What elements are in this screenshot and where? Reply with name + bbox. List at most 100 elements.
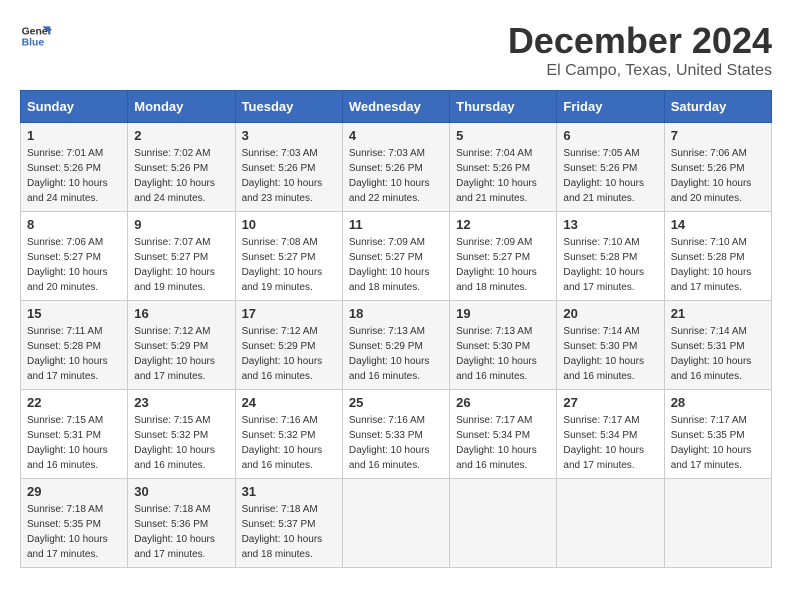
day-number: 24: [242, 395, 336, 410]
day-info: Sunrise: 7:12 AM Sunset: 5:29 PM Dayligh…: [242, 324, 336, 384]
day-info: Sunrise: 7:14 AM Sunset: 5:31 PM Dayligh…: [671, 324, 765, 384]
title-section: December 2024 El Campo, Texas, United St…: [508, 20, 772, 80]
day-info: Sunrise: 7:12 AM Sunset: 5:29 PM Dayligh…: [134, 324, 228, 384]
calendar-cell: 31 Sunrise: 7:18 AM Sunset: 5:37 PM Dayl…: [235, 479, 342, 568]
calendar-cell: [664, 479, 771, 568]
svg-text:Blue: Blue: [22, 38, 45, 49]
day-info: Sunrise: 7:02 AM Sunset: 5:26 PM Dayligh…: [134, 146, 228, 206]
weekday-header-friday: Friday: [557, 91, 664, 123]
calendar-cell: 17 Sunrise: 7:12 AM Sunset: 5:29 PM Dayl…: [235, 301, 342, 390]
calendar-cell: 18 Sunrise: 7:13 AM Sunset: 5:29 PM Dayl…: [342, 301, 449, 390]
calendar-cell: 28 Sunrise: 7:17 AM Sunset: 5:35 PM Dayl…: [664, 390, 771, 479]
day-info: Sunrise: 7:13 AM Sunset: 5:30 PM Dayligh…: [456, 324, 550, 384]
weekday-header-thursday: Thursday: [450, 91, 557, 123]
calendar-table: SundayMondayTuesdayWednesdayThursdayFrid…: [20, 90, 772, 568]
day-info: Sunrise: 7:16 AM Sunset: 5:32 PM Dayligh…: [242, 413, 336, 473]
day-number: 30: [134, 484, 228, 499]
day-number: 20: [563, 306, 657, 321]
calendar-title: December 2024: [508, 20, 772, 62]
calendar-cell: 30 Sunrise: 7:18 AM Sunset: 5:36 PM Dayl…: [128, 479, 235, 568]
calendar-week-3: 15 Sunrise: 7:11 AM Sunset: 5:28 PM Dayl…: [21, 301, 772, 390]
day-info: Sunrise: 7:10 AM Sunset: 5:28 PM Dayligh…: [563, 235, 657, 295]
day-info: Sunrise: 7:14 AM Sunset: 5:30 PM Dayligh…: [563, 324, 657, 384]
calendar-cell: 8 Sunrise: 7:06 AM Sunset: 5:27 PM Dayli…: [21, 212, 128, 301]
calendar-cell: 9 Sunrise: 7:07 AM Sunset: 5:27 PM Dayli…: [128, 212, 235, 301]
day-number: 13: [563, 217, 657, 232]
calendar-cell: 20 Sunrise: 7:14 AM Sunset: 5:30 PM Dayl…: [557, 301, 664, 390]
day-number: 31: [242, 484, 336, 499]
day-number: 12: [456, 217, 550, 232]
day-info: Sunrise: 7:06 AM Sunset: 5:27 PM Dayligh…: [27, 235, 121, 295]
day-number: 8: [27, 217, 121, 232]
calendar-week-5: 29 Sunrise: 7:18 AM Sunset: 5:35 PM Dayl…: [21, 479, 772, 568]
calendar-cell: 5 Sunrise: 7:04 AM Sunset: 5:26 PM Dayli…: [450, 123, 557, 212]
calendar-cell: 23 Sunrise: 7:15 AM Sunset: 5:32 PM Dayl…: [128, 390, 235, 479]
calendar-cell: 11 Sunrise: 7:09 AM Sunset: 5:27 PM Dayl…: [342, 212, 449, 301]
day-info: Sunrise: 7:17 AM Sunset: 5:35 PM Dayligh…: [671, 413, 765, 473]
day-info: Sunrise: 7:03 AM Sunset: 5:26 PM Dayligh…: [242, 146, 336, 206]
calendar-cell: 29 Sunrise: 7:18 AM Sunset: 5:35 PM Dayl…: [21, 479, 128, 568]
day-number: 19: [456, 306, 550, 321]
day-number: 14: [671, 217, 765, 232]
calendar-cell: 2 Sunrise: 7:02 AM Sunset: 5:26 PM Dayli…: [128, 123, 235, 212]
day-number: 10: [242, 217, 336, 232]
day-number: 23: [134, 395, 228, 410]
day-info: Sunrise: 7:07 AM Sunset: 5:27 PM Dayligh…: [134, 235, 228, 295]
weekday-header-wednesday: Wednesday: [342, 91, 449, 123]
calendar-cell: 22 Sunrise: 7:15 AM Sunset: 5:31 PM Dayl…: [21, 390, 128, 479]
day-number: 3: [242, 128, 336, 143]
calendar-cell: 21 Sunrise: 7:14 AM Sunset: 5:31 PM Dayl…: [664, 301, 771, 390]
calendar-week-1: 1 Sunrise: 7:01 AM Sunset: 5:26 PM Dayli…: [21, 123, 772, 212]
day-info: Sunrise: 7:17 AM Sunset: 5:34 PM Dayligh…: [456, 413, 550, 473]
calendar-cell: 16 Sunrise: 7:12 AM Sunset: 5:29 PM Dayl…: [128, 301, 235, 390]
calendar-cell: 24 Sunrise: 7:16 AM Sunset: 5:32 PM Dayl…: [235, 390, 342, 479]
calendar-cell: [342, 479, 449, 568]
header: General Blue December 2024 El Campo, Tex…: [20, 20, 772, 80]
day-number: 29: [27, 484, 121, 499]
day-info: Sunrise: 7:08 AM Sunset: 5:27 PM Dayligh…: [242, 235, 336, 295]
day-number: 22: [27, 395, 121, 410]
day-number: 28: [671, 395, 765, 410]
calendar-cell: 15 Sunrise: 7:11 AM Sunset: 5:28 PM Dayl…: [21, 301, 128, 390]
day-number: 26: [456, 395, 550, 410]
day-number: 25: [349, 395, 443, 410]
day-info: Sunrise: 7:09 AM Sunset: 5:27 PM Dayligh…: [456, 235, 550, 295]
calendar-cell: 13 Sunrise: 7:10 AM Sunset: 5:28 PM Dayl…: [557, 212, 664, 301]
calendar-cell: 27 Sunrise: 7:17 AM Sunset: 5:34 PM Dayl…: [557, 390, 664, 479]
calendar-cell: [557, 479, 664, 568]
calendar-cell: 1 Sunrise: 7:01 AM Sunset: 5:26 PM Dayli…: [21, 123, 128, 212]
day-info: Sunrise: 7:15 AM Sunset: 5:31 PM Dayligh…: [27, 413, 121, 473]
weekday-header-row: SundayMondayTuesdayWednesdayThursdayFrid…: [21, 91, 772, 123]
day-info: Sunrise: 7:05 AM Sunset: 5:26 PM Dayligh…: [563, 146, 657, 206]
day-number: 15: [27, 306, 121, 321]
day-info: Sunrise: 7:06 AM Sunset: 5:26 PM Dayligh…: [671, 146, 765, 206]
calendar-cell: 14 Sunrise: 7:10 AM Sunset: 5:28 PM Dayl…: [664, 212, 771, 301]
day-number: 18: [349, 306, 443, 321]
day-number: 7: [671, 128, 765, 143]
calendar-cell: 6 Sunrise: 7:05 AM Sunset: 5:26 PM Dayli…: [557, 123, 664, 212]
calendar-cell: 25 Sunrise: 7:16 AM Sunset: 5:33 PM Dayl…: [342, 390, 449, 479]
day-info: Sunrise: 7:18 AM Sunset: 5:36 PM Dayligh…: [134, 502, 228, 562]
calendar-cell: 4 Sunrise: 7:03 AM Sunset: 5:26 PM Dayli…: [342, 123, 449, 212]
day-number: 2: [134, 128, 228, 143]
calendar-cell: 12 Sunrise: 7:09 AM Sunset: 5:27 PM Dayl…: [450, 212, 557, 301]
weekday-header-tuesday: Tuesday: [235, 91, 342, 123]
day-info: Sunrise: 7:01 AM Sunset: 5:26 PM Dayligh…: [27, 146, 121, 206]
calendar-cell: 3 Sunrise: 7:03 AM Sunset: 5:26 PM Dayli…: [235, 123, 342, 212]
calendar-subtitle: El Campo, Texas, United States: [508, 62, 772, 80]
day-number: 21: [671, 306, 765, 321]
logo: General Blue: [20, 20, 52, 52]
day-number: 6: [563, 128, 657, 143]
day-number: 16: [134, 306, 228, 321]
day-number: 5: [456, 128, 550, 143]
weekday-header-saturday: Saturday: [664, 91, 771, 123]
day-info: Sunrise: 7:18 AM Sunset: 5:35 PM Dayligh…: [27, 502, 121, 562]
day-info: Sunrise: 7:15 AM Sunset: 5:32 PM Dayligh…: [134, 413, 228, 473]
weekday-header-sunday: Sunday: [21, 91, 128, 123]
day-info: Sunrise: 7:18 AM Sunset: 5:37 PM Dayligh…: [242, 502, 336, 562]
day-number: 4: [349, 128, 443, 143]
day-info: Sunrise: 7:09 AM Sunset: 5:27 PM Dayligh…: [349, 235, 443, 295]
day-info: Sunrise: 7:03 AM Sunset: 5:26 PM Dayligh…: [349, 146, 443, 206]
day-info: Sunrise: 7:16 AM Sunset: 5:33 PM Dayligh…: [349, 413, 443, 473]
logo-icon: General Blue: [20, 20, 52, 52]
